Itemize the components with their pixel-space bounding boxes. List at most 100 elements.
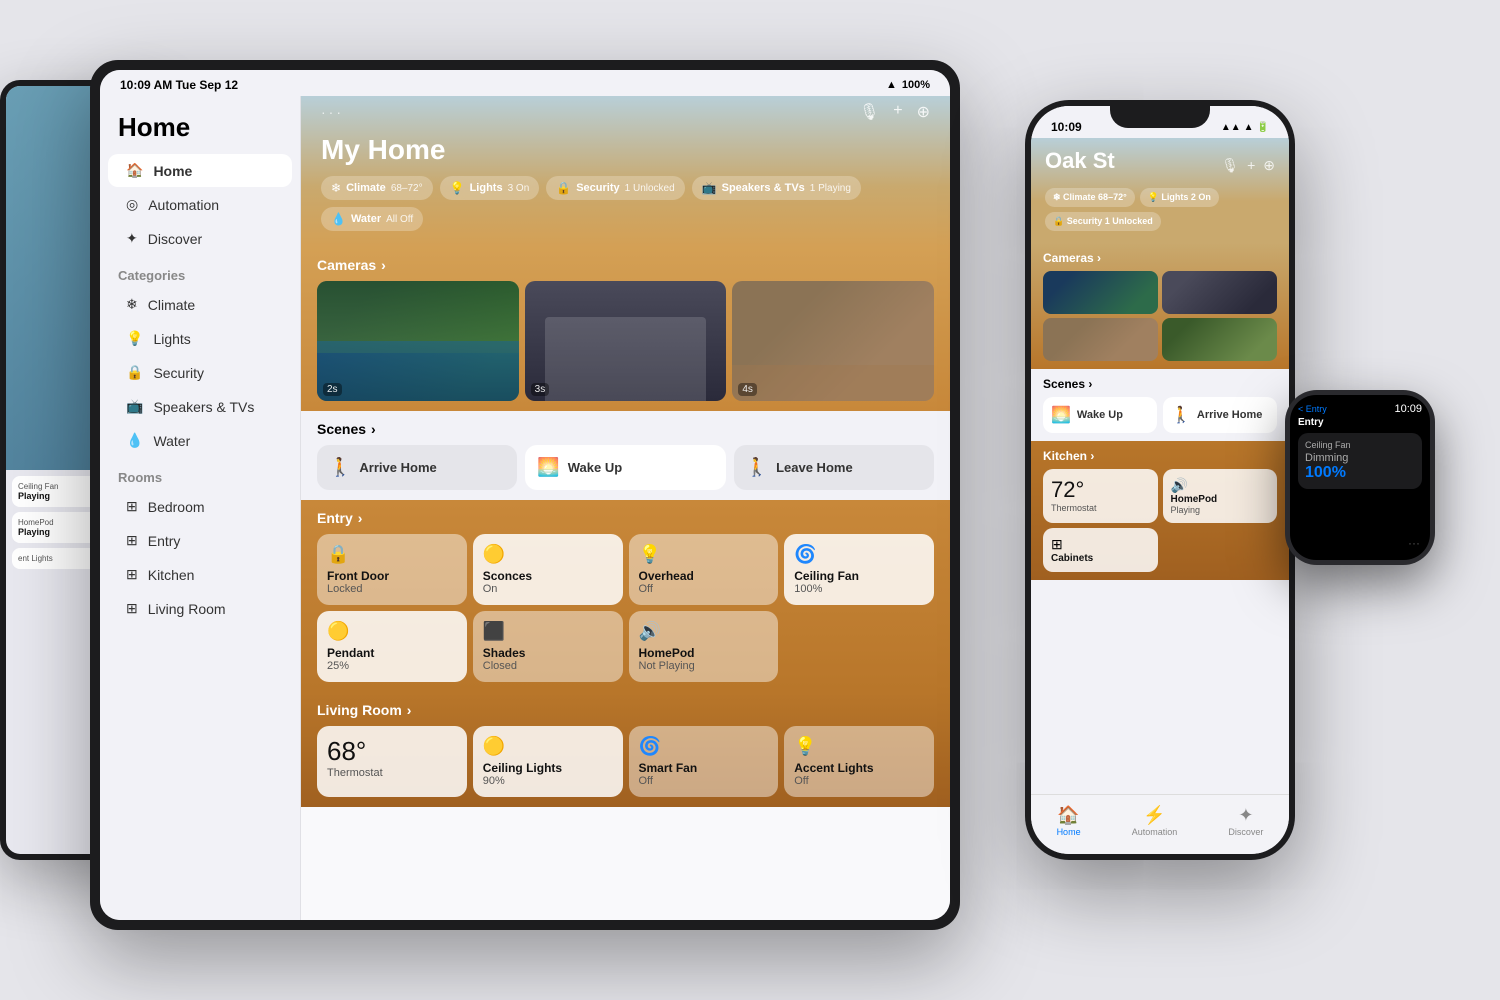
watch-back-button[interactable]: < Entry: [1298, 404, 1327, 414]
leave-home-label: Leave Home: [776, 460, 853, 475]
living-room-header[interactable]: Living Room ›: [317, 702, 934, 718]
iphone-cam-2[interactable]: [1162, 271, 1277, 314]
scenes-header[interactable]: Scenes ›: [317, 421, 934, 437]
entry-sconces[interactable]: 🟡 Sconces On: [473, 534, 623, 605]
scene-leave-home[interactable]: 🚶 Leave Home: [734, 445, 934, 490]
living-ceiling-lights[interactable]: 🟡 Ceiling Lights 90%: [473, 726, 623, 797]
pill-climate[interactable]: ❄ Climate 68–72°: [321, 176, 433, 200]
pill-climate-label: Climate: [346, 182, 386, 194]
iphone-wifi-icon: ▲: [1244, 122, 1254, 133]
camera-thumb-living[interactable]: 4s: [732, 281, 934, 401]
cameras-header[interactable]: Cameras ›: [317, 257, 934, 273]
sidebar-item-kitchen[interactable]: ⊞ Kitchen: [108, 558, 292, 591]
living-smart-fan[interactable]: 🌀 Smart Fan Off: [629, 726, 779, 797]
sidebar-item-climate[interactable]: ❄ Climate: [108, 288, 292, 321]
sidebar-item-security[interactable]: 🔒 Security: [108, 356, 292, 389]
living-thermostat[interactable]: 68° Thermostat: [317, 726, 467, 797]
iphone-battery-icon: 🔋: [1257, 122, 1269, 133]
iphone-pill-security[interactable]: 🔒 Security 1 Unlocked: [1045, 212, 1161, 231]
entry-homepod[interactable]: 🔊 HomePod Not Playing: [629, 611, 779, 682]
pill-security[interactable]: 🔒 Security 1 Unlocked: [546, 176, 684, 200]
iphone-scene-arrive-home[interactable]: 🚶 Arrive Home: [1163, 397, 1277, 433]
iphone-pill-lights[interactable]: 💡 Lights 2 On: [1140, 188, 1219, 207]
ipad-main: 10:09 AM Tue Sep 12 ▲ 100% Home 🏠 Home ◎: [90, 60, 960, 930]
sidebar-home-label: Home: [153, 163, 192, 179]
living-room-section: Living Room › 68° Thermostat 🟡 Ceiling L…: [301, 692, 950, 807]
sidebar-item-bedroom[interactable]: ⊞ Bedroom: [108, 490, 292, 523]
waveform-icon[interactable]: 🎙: [859, 102, 879, 122]
camera-thumb-garage[interactable]: 3s: [525, 281, 727, 401]
iphone-tab-automation[interactable]: ⚡ Automation: [1132, 805, 1178, 837]
sidebar-item-speakers[interactable]: 📺 Speakers & TVs: [108, 390, 292, 423]
iphone-scene-wake-up[interactable]: 🌅 Wake Up: [1043, 397, 1157, 433]
pill-water-icon: 💧: [331, 212, 346, 226]
more-icon[interactable]: ⊕: [917, 102, 930, 122]
entry-chevron: ›: [358, 510, 363, 526]
sidebar-item-discover[interactable]: ✦ Discover: [108, 222, 292, 255]
sidebar-item-water[interactable]: 💧 Water: [108, 424, 292, 457]
iphone-thermostat-label: Thermostat: [1051, 503, 1150, 513]
accent-lights-name: Accent Lights: [794, 761, 924, 775]
ceiling-fan-icon: 🌀: [794, 544, 924, 565]
entry-pendant[interactable]: 🟡 Pendant 25%: [317, 611, 467, 682]
ceiling-lights-name: Ceiling Lights: [483, 761, 613, 775]
sidebar-item-home[interactable]: 🏠 Home: [108, 154, 292, 187]
pill-water[interactable]: 💧 Water All Off: [321, 207, 423, 231]
living-temp-value: 68°: [327, 736, 457, 767]
sidebar-item-living-room[interactable]: ⊞ Living Room: [108, 592, 292, 625]
iphone-more-icon[interactable]: ⊕: [1263, 157, 1275, 174]
pill-speakers-sub: 1 Playing: [810, 183, 851, 194]
entry-front-door[interactable]: 🔒 Front Door Locked: [317, 534, 467, 605]
main-scene: Ceiling Fan Playing HomePod Playing ent …: [0, 0, 1500, 1000]
front-door-status: Locked: [327, 583, 457, 595]
iphone-tab-discover[interactable]: ✦ Discover: [1228, 805, 1263, 837]
pill-speakers[interactable]: 📺 Speakers & TVs 1 Playing: [692, 176, 861, 200]
iphone-cabinets[interactable]: ⊞ Cabinets: [1043, 528, 1158, 572]
entry-header[interactable]: Entry ›: [317, 510, 934, 526]
iphone-cam-4[interactable]: [1162, 318, 1277, 361]
scene-wake-up[interactable]: 🌅 Wake Up: [525, 445, 725, 490]
sconces-icon: 🟡: [483, 544, 613, 565]
entry-shades[interactable]: ⬛ Shades Closed: [473, 611, 623, 682]
watch-card-device-label: Ceiling Fan: [1305, 440, 1415, 450]
scenes-label: Scenes: [317, 421, 366, 437]
scene-arrive-home[interactable]: 🚶 Arrive Home: [317, 445, 517, 490]
iphone-homepod-status: Playing: [1171, 505, 1270, 515]
sidebar-item-automation[interactable]: ◎ Automation: [108, 188, 292, 221]
accent-lights-icon: 💡: [794, 736, 924, 757]
sidebar-entry-label: Entry: [148, 533, 181, 549]
overhead-name: Overhead: [639, 569, 769, 583]
watch-more-button[interactable]: ···: [1408, 536, 1420, 550]
iphone-cam-3[interactable]: [1043, 318, 1158, 361]
pill-lights[interactable]: 💡 Lights 3 On: [440, 176, 540, 200]
ceiling-lights-status: 90%: [483, 775, 613, 787]
overhead-icon: 💡: [639, 544, 769, 565]
iphone-cam-1[interactable]: [1043, 271, 1158, 314]
watch-card-ceiling-fan[interactable]: Ceiling Fan Dimming 100%: [1298, 433, 1422, 489]
cameras-grid: 2s 3s 4s: [317, 281, 934, 401]
iphone-time: 10:09: [1051, 120, 1082, 134]
iphone-add-icon[interactable]: +: [1247, 157, 1255, 174]
iphone-cameras-header[interactable]: Cameras ›: [1043, 251, 1277, 265]
cameras-label: Cameras: [317, 257, 376, 273]
main-topbar: ··· 🎙 + ⊕: [301, 96, 950, 122]
iphone-pill-climate[interactable]: ❄ Climate 68–72°: [1045, 188, 1135, 207]
watch-screen: < Entry 10:09 Entry Ceiling Fan Dimming …: [1290, 395, 1430, 560]
entry-ceiling-fan[interactable]: 🌀 Ceiling Fan 100%: [784, 534, 934, 605]
ipad-screen: 10:09 AM Tue Sep 12 ▲ 100% Home 🏠 Home ◎: [100, 70, 950, 920]
iphone-waveform-icon[interactable]: 🎙: [1221, 157, 1239, 174]
sidebar-item-entry[interactable]: ⊞ Entry: [108, 524, 292, 557]
entry-overhead[interactable]: 💡 Overhead Off: [629, 534, 779, 605]
iphone-tab-home[interactable]: 🏠 Home: [1057, 805, 1081, 837]
living-accent-lights[interactable]: 💡 Accent Lights Off: [784, 726, 934, 797]
iphone-homepod[interactable]: 🔊 HomePod Playing: [1163, 469, 1278, 523]
smart-fan-icon: 🌀: [639, 736, 769, 757]
ceiling-fan-name: Ceiling Fan: [794, 569, 924, 583]
entry-devices-grid: 🔒 Front Door Locked 🟡 Sconces On 💡: [317, 534, 934, 682]
camera-thumb-pool[interactable]: 2s: [317, 281, 519, 401]
kitchen-icon: ⊞: [126, 566, 138, 583]
add-icon[interactable]: +: [893, 102, 902, 122]
iphone-thermostat[interactable]: 72° Thermostat: [1043, 469, 1158, 523]
front-door-icon: 🔒: [327, 544, 457, 565]
sidebar-item-lights[interactable]: 💡 Lights: [108, 322, 292, 355]
